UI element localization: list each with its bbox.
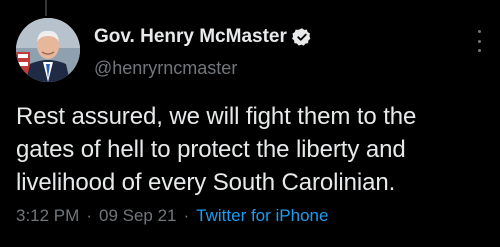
more-vertical-icon[interactable] bbox=[476, 30, 482, 52]
verified-badge-icon bbox=[291, 27, 312, 47]
tweet-text: Rest assured, we will fight them to the … bbox=[16, 100, 488, 199]
author-display-name[interactable]: Gov. Henry McMaster bbox=[94, 26, 287, 48]
tweet-metadata: 3:12 PM · 09 Sep 21 · Twitter for iPhone bbox=[16, 206, 328, 226]
tweet-date[interactable]: 09 Sep 21 bbox=[99, 206, 177, 226]
meta-separator: · bbox=[183, 206, 190, 225]
tweet-text-line: Rest assured, we will fight them to the bbox=[16, 103, 417, 130]
tweet-text-line: livelihood of every South Carolinian. bbox=[16, 169, 396, 196]
tweet-header: Gov. Henry McMaster @henryrncmaster bbox=[94, 24, 460, 79]
meta-separator: · bbox=[86, 206, 92, 225]
profile-photo-icon bbox=[16, 18, 80, 82]
more-dot-bottom bbox=[477, 49, 481, 52]
avatar[interactable] bbox=[16, 18, 80, 82]
author-name-row: Gov. Henry McMaster bbox=[94, 24, 460, 50]
tweet-time[interactable]: 3:12 PM bbox=[16, 206, 79, 226]
more-dot-middle bbox=[477, 39, 481, 43]
more-dot-top bbox=[477, 30, 481, 33]
tweet-source-link[interactable]: Twitter for iPhone bbox=[196, 206, 328, 226]
thread-connector-line bbox=[45, 0, 47, 16]
author-handle[interactable]: @henryrncmaster bbox=[94, 58, 460, 79]
tweet-text-line: gates of hell to protect the liberty and bbox=[16, 136, 406, 163]
